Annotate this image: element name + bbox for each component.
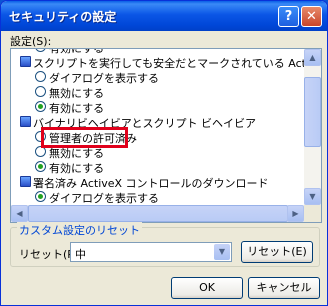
vertical-scroll-thumb[interactable]	[304, 77, 321, 147]
shield-icon	[20, 116, 31, 127]
reset-button[interactable]: リセット(E)	[241, 241, 313, 263]
scroll-right-button[interactable]: ▶	[287, 205, 304, 222]
vertical-scrollbar[interactable]: ▲ ▼	[304, 49, 321, 222]
setting-option[interactable]: 有効にする	[11, 99, 304, 115]
radio-checked-icon[interactable]	[35, 161, 46, 172]
reset-level-select[interactable]: 中 ▼	[70, 242, 232, 262]
custom-reset-group-title: カスタム設定のリセット	[17, 222, 142, 238]
settings-rows: 有効にする スクリプトを実行しても安全だとマークされている ActiveX コント…	[11, 49, 321, 222]
radio-unchecked-icon[interactable]	[35, 71, 46, 82]
shield-icon	[20, 56, 31, 67]
horizontal-scrollbar[interactable]: ◀ ▶	[11, 205, 304, 222]
setting-option[interactable]: 管理者の許可済み	[11, 129, 304, 145]
radio-checked-icon[interactable]	[35, 191, 46, 202]
scroll-up-button[interactable]: ▲	[304, 49, 321, 66]
settings-list[interactable]: 有効にする スクリプトを実行しても安全だとマークされている ActiveX コント…	[10, 48, 322, 223]
radio-unchecked-icon[interactable]	[35, 49, 46, 52]
ok-button[interactable]: OK	[171, 277, 243, 299]
setting-category: スクリプトを実行しても安全だとマークされている ActiveX コントロール	[11, 54, 321, 70]
reset-level-value: 中	[75, 248, 86, 261]
scroll-down-button[interactable]: ▼	[304, 188, 321, 205]
setting-option[interactable]: 無効にする	[11, 84, 304, 100]
shield-icon	[20, 176, 31, 187]
setting-option[interactable]: ダイアログを表示する	[11, 189, 304, 205]
radio-unchecked-icon[interactable]	[35, 131, 46, 142]
setting-option[interactable]: ダイアログを表示する	[11, 69, 304, 85]
settings-label: 設定(S):	[10, 35, 52, 48]
dialog-title: セキュリティの設定	[9, 10, 117, 24]
radio-checked-icon[interactable]	[35, 101, 46, 112]
setting-category: バイナリビヘイビアとスクリプト ビヘイビア	[11, 114, 304, 130]
setting-option[interactable]: 無効にする	[11, 144, 304, 160]
close-button[interactable]: ✕	[301, 6, 322, 27]
cancel-button[interactable]: キャンセル	[248, 277, 320, 299]
chevron-down-icon[interactable]: ▼	[214, 244, 230, 260]
radio-unchecked-icon[interactable]	[35, 146, 46, 157]
setting-option[interactable]: 有効にする	[11, 159, 304, 175]
security-settings-dialog: セキュリティの設定 ? ✕ 設定(S): 有効にする スクリプトを実行しても安全だ…	[0, 0, 328, 306]
radio-unchecked-icon[interactable]	[35, 86, 46, 97]
help-button[interactable]: ?	[278, 6, 299, 27]
horizontal-scroll-thumb[interactable]	[28, 205, 288, 222]
scroll-left-button[interactable]: ◀	[11, 205, 28, 222]
title-bar[interactable]: セキュリティの設定 ? ✕	[1, 1, 327, 31]
scroll-corner	[304, 205, 321, 222]
setting-category: 署名済み ActiveX コントロールのダウンロード	[11, 174, 304, 190]
